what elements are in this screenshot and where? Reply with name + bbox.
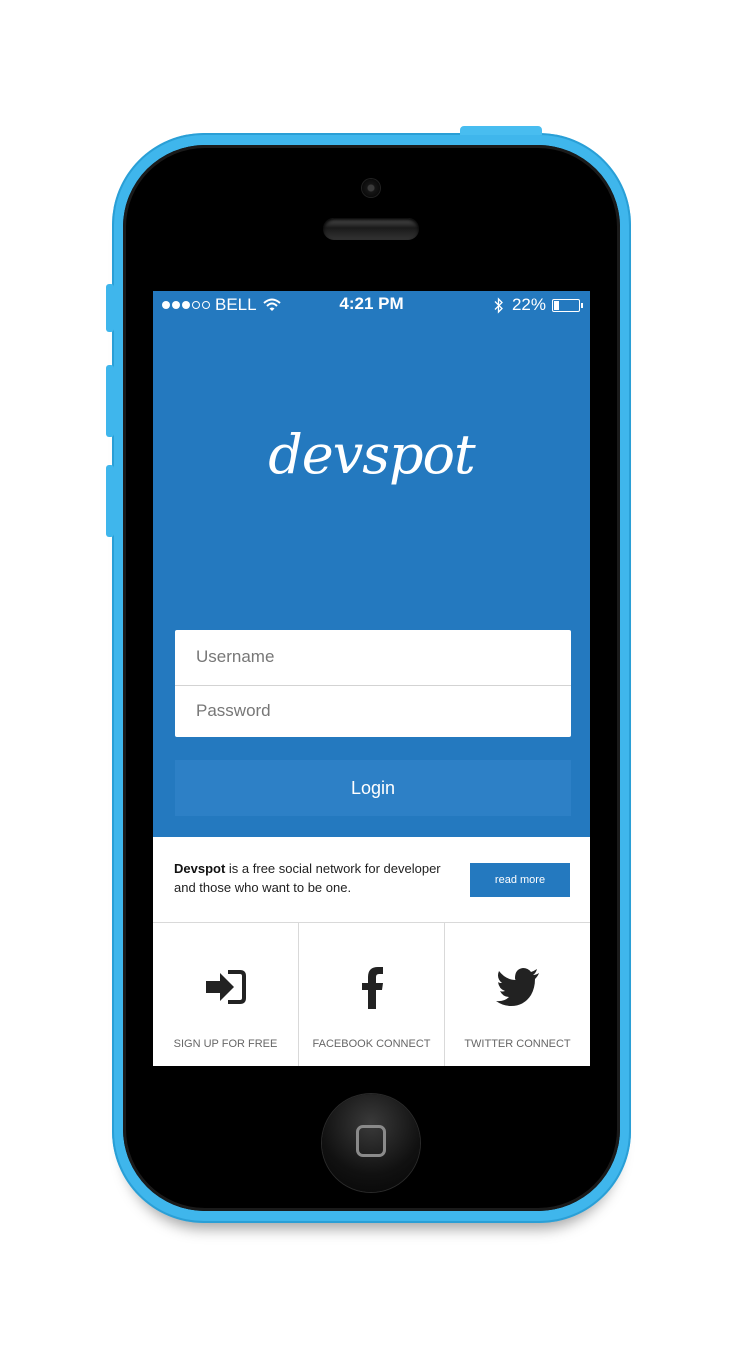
home-square-icon bbox=[356, 1125, 386, 1157]
home-button[interactable] bbox=[322, 1094, 420, 1192]
battery-icon bbox=[552, 298, 583, 312]
login-button[interactable]: Login bbox=[175, 760, 571, 816]
twitter-connect-button[interactable]: TWITTER CONNECT bbox=[445, 923, 590, 1066]
action-grid: SIGN UP FOR FREE FACEBOOK CONNECT TWITTE… bbox=[153, 923, 590, 1066]
sign-up-label: SIGN UP FOR FREE bbox=[173, 1038, 278, 1050]
status-bar: BELL 4:21 PM 22% bbox=[153, 291, 590, 317]
facebook-connect-button[interactable]: FACEBOOK CONNECT bbox=[299, 923, 445, 1066]
earpiece-speaker bbox=[323, 218, 419, 240]
battery-level bbox=[554, 300, 559, 310]
sign-up-button[interactable]: SIGN UP FOR FREE bbox=[153, 923, 299, 1066]
password-input[interactable] bbox=[175, 684, 571, 737]
sign-in-icon bbox=[205, 970, 246, 1004]
power-button bbox=[460, 126, 542, 135]
facebook-connect-label: FACEBOOK CONNECT bbox=[312, 1038, 431, 1050]
bluetooth-icon bbox=[494, 296, 503, 314]
info-brand: Devspot bbox=[174, 861, 226, 876]
volume-up-button bbox=[106, 365, 114, 437]
mute-switch bbox=[106, 284, 114, 332]
login-form bbox=[175, 630, 571, 737]
twitter-connect-label: TWITTER CONNECT bbox=[464, 1038, 571, 1050]
username-input[interactable] bbox=[175, 630, 571, 683]
front-camera bbox=[362, 179, 380, 197]
twitter-icon bbox=[495, 968, 539, 1006]
login-panel: BELL 4:21 PM 22% devspot Username Login bbox=[153, 291, 590, 837]
info-text: Devspot is a free social network for dev… bbox=[174, 859, 444, 897]
info-section: Devspot is a free social network for dev… bbox=[153, 837, 590, 923]
app-logo: devspot bbox=[268, 423, 476, 486]
status-right: 22% bbox=[494, 295, 583, 315]
devspot-app: BELL 4:21 PM 22% devspot Username Login … bbox=[153, 291, 590, 1066]
volume-down-button bbox=[106, 465, 114, 537]
phone-screen: BELL 4:21 PM 22% devspot Username Login … bbox=[148, 286, 595, 1071]
battery-percentage: 22% bbox=[511, 295, 546, 314]
facebook-icon bbox=[361, 967, 383, 1009]
read-more-button[interactable]: read more bbox=[470, 863, 570, 897]
